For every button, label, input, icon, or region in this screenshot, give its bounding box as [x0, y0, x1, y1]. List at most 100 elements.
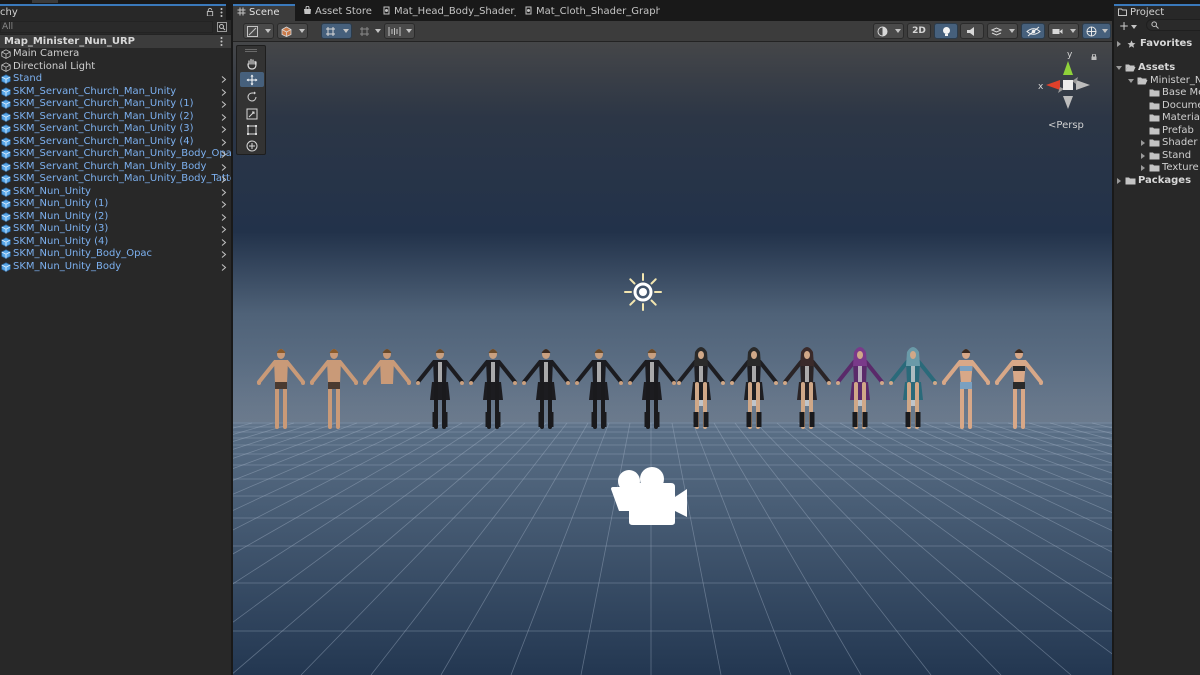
gizmo-lock-icon[interactable] — [1091, 54, 1097, 60]
chevron-right-icon[interactable] — [221, 251, 227, 258]
transform-tool-button[interactable] — [240, 138, 264, 153]
audio-toggle[interactable] — [960, 23, 984, 39]
hidden-objects-toggle[interactable] — [1021, 23, 1045, 39]
project-folder-prefab[interactable]: Prefab — [1114, 125, 1200, 138]
cube-view-dropdown[interactable] — [277, 23, 308, 39]
hierarchy-item[interactable]: SKM_Nun_Unity (2) — [0, 211, 231, 224]
chevron-right-icon[interactable] — [221, 88, 227, 96]
gizmo-neg-y-cone[interactable] — [1063, 96, 1073, 109]
move-tool-button[interactable] — [240, 72, 264, 87]
toggle-2d-button[interactable]: 2D — [907, 23, 931, 39]
tab-mat-cloth-shader-graph-1[interactable]: Mat_Cloth_Shader_Graph 1 — [520, 4, 660, 21]
hierarchy-item[interactable]: Directional Light — [0, 61, 231, 74]
expand-arrow-icon[interactable] — [1141, 152, 1145, 159]
scale-tool-button[interactable] — [240, 106, 264, 121]
collapse-arrow-icon[interactable] — [1116, 66, 1122, 70]
grid-snapping-dropdown[interactable] — [321, 23, 352, 39]
scene-viewport[interactable]: y x <Persp — [233, 42, 1112, 675]
hierarchy-item[interactable]: SKM_Servant_Church_Man_Unity_Body — [0, 161, 231, 174]
favorites-node[interactable]: Favorites — [1114, 38, 1200, 51]
chevron-right-icon[interactable] — [221, 263, 227, 271]
project-folder-stand[interactable]: Stand — [1114, 150, 1200, 163]
project-search-input[interactable] — [1146, 19, 1200, 31]
hierarchy-item[interactable]: SKM_Servant_Church_Man_Unity (4) — [0, 136, 231, 149]
rect-tool-button[interactable] — [240, 122, 264, 137]
chevron-right-icon[interactable] — [221, 101, 227, 108]
project-folder-documentation[interactable]: Documentation — [1114, 100, 1200, 113]
gizmo-neg-x-cone[interactable] — [1076, 80, 1090, 90]
increment-snap-dropdown[interactable] — [355, 23, 384, 39]
hierarchy-item[interactable]: SKM_Servant_Church_Man_Unity — [0, 86, 231, 99]
projection-toggle[interactable]: <Persp — [1048, 120, 1084, 131]
hierarchy-item[interactable]: SKM_Nun_Unity_Body_Opac — [0, 248, 231, 261]
scene-header[interactable]: Map_Minister_Nun_URP — [0, 35, 231, 48]
lighting-toggle[interactable] — [934, 23, 958, 39]
hierarchy-item[interactable]: SKM_Nun_Unity (3) — [0, 223, 231, 236]
hierarchy-item[interactable]: SKM_Nun_Unity (4) — [0, 236, 231, 249]
scene-view-canvas[interactable] — [233, 42, 1112, 675]
effects-dropdown[interactable] — [987, 23, 1018, 39]
camera-settings-dropdown[interactable] — [1048, 23, 1079, 39]
project-folder-texture[interactable]: Texture — [1114, 162, 1200, 175]
scene-menu-icon[interactable] — [220, 37, 223, 46]
chevron-down-icon[interactable] — [1131, 25, 1137, 29]
chevron-down-icon — [299, 29, 305, 33]
hand-tool-button[interactable] — [240, 56, 264, 71]
chevron-right-icon[interactable] — [221, 76, 227, 83]
gizmo-y-cone[interactable] — [1063, 61, 1073, 75]
chevron-right-icon[interactable] — [221, 188, 227, 196]
expand-arrow-icon[interactable] — [1141, 140, 1145, 146]
align-dropdown[interactable] — [384, 23, 415, 39]
tab-asset-store[interactable]: Asset Store — [299, 4, 375, 21]
tab-scene[interactable]: Scene — [233, 4, 295, 21]
kebab-menu-icon[interactable] — [220, 8, 223, 17]
chevron-right-icon[interactable] — [221, 238, 227, 246]
hierarchy-item[interactable]: SKM_Servant_Church_Man_Unity_Body_Tatto — [0, 173, 236, 186]
hierarchy-item[interactable]: SKM_Nun_Unity (1) — [0, 198, 231, 211]
expand-arrow-icon[interactable] — [1117, 41, 1121, 47]
chevron-right-icon[interactable] — [221, 226, 227, 233]
chevron-right-icon[interactable] — [221, 163, 227, 171]
chevron-right-icon[interactable] — [221, 138, 227, 146]
lock-icon[interactable] — [206, 8, 214, 16]
tab-mat-head-body-shader[interactable]: Mat_Head_Body_Shader_... — [378, 4, 516, 21]
expand-arrow-icon[interactable] — [1141, 165, 1145, 171]
align-icon — [388, 27, 401, 36]
chevron-right-icon[interactable] — [221, 113, 227, 121]
draw-mode-dropdown[interactable] — [243, 23, 274, 39]
search-by-type-icon[interactable] — [217, 22, 227, 32]
shading-mode-dropdown[interactable] — [873, 23, 904, 39]
collapse-arrow-icon[interactable] — [1128, 78, 1134, 83]
create-plus-icon[interactable]: + — [1119, 20, 1129, 32]
hierarchy-item[interactable]: SKM_Nun_Unity — [0, 186, 231, 199]
hierarchy-item[interactable]: Main Camera — [0, 48, 231, 61]
hierarchy-item[interactable]: SKM_Servant_Church_Man_Unity (1) — [0, 98, 231, 111]
tab-project[interactable]: Project — [1114, 4, 1200, 20]
hierarchy-item[interactable]: Stand — [0, 73, 231, 86]
gizmo-x-cone[interactable] — [1046, 80, 1060, 90]
gizmos-dropdown[interactable] — [1082, 23, 1111, 39]
hierarchy-search-input[interactable]: All — [0, 21, 213, 33]
project-folder-materials[interactable]: Materials — [1114, 112, 1200, 125]
project-folder-minister-nun[interactable]: Minister_Nun — [1114, 75, 1200, 88]
chevron-right-icon[interactable] — [221, 201, 227, 208]
overlay-drag-handle[interactable] — [245, 49, 257, 52]
chevron-right-icon[interactable] — [221, 151, 227, 158]
hierarchy-item[interactable]: SKM_Servant_Church_Man_Unity_Body_Opac — [0, 148, 237, 161]
hierarchy-item[interactable]: SKM_Servant_Church_Man_Unity (2) — [0, 111, 231, 124]
hierarchy-item[interactable]: SKM_Servant_Church_Man_Unity (3) — [0, 123, 231, 136]
directional-light-icon[interactable] — [624, 273, 662, 311]
tab-hierarchy[interactable]: chy — [0, 4, 226, 20]
gizmo-center-cube[interactable] — [1063, 80, 1073, 90]
chevron-right-icon[interactable] — [221, 176, 227, 183]
project-folder-assets[interactable]: Assets — [1114, 62, 1200, 75]
hierarchy-item[interactable]: SKM_Nun_Unity_Body — [0, 261, 231, 274]
chevron-right-icon[interactable] — [221, 126, 227, 133]
project-folder-packages[interactable]: Packages — [1114, 175, 1200, 188]
chevron-right-icon[interactable] — [221, 213, 227, 221]
rotate-tool-button[interactable] — [240, 89, 264, 104]
project-folder-base-mesh[interactable]: Base Mesh — [1114, 87, 1200, 100]
folder-icon — [1149, 114, 1160, 122]
expand-arrow-icon[interactable] — [1117, 177, 1121, 184]
project-folder-shader[interactable]: Shader — [1114, 137, 1200, 150]
